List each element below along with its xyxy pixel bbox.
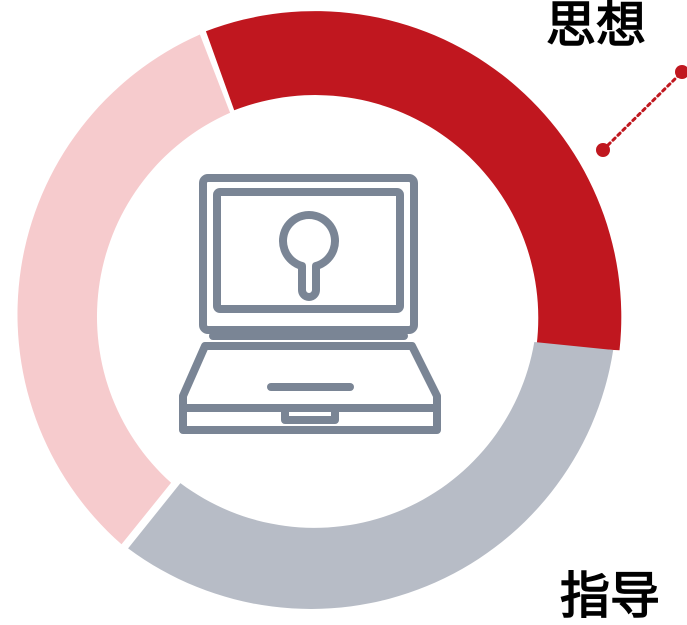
keyhole-icon xyxy=(279,210,339,301)
ring-segment-pink xyxy=(17,34,231,545)
connector-line xyxy=(601,70,684,152)
laptop-screen xyxy=(213,188,404,313)
ring-diagram xyxy=(17,11,687,609)
label-top: 思想 xyxy=(546,0,646,54)
laptop-keyhole-icon xyxy=(179,174,441,434)
label-bottom: 指导 xyxy=(560,567,660,625)
connector-dot-start xyxy=(596,143,610,157)
connector xyxy=(596,65,687,157)
diagram: 思想 指导 xyxy=(0,0,687,621)
ring-segment-gray xyxy=(128,342,614,609)
